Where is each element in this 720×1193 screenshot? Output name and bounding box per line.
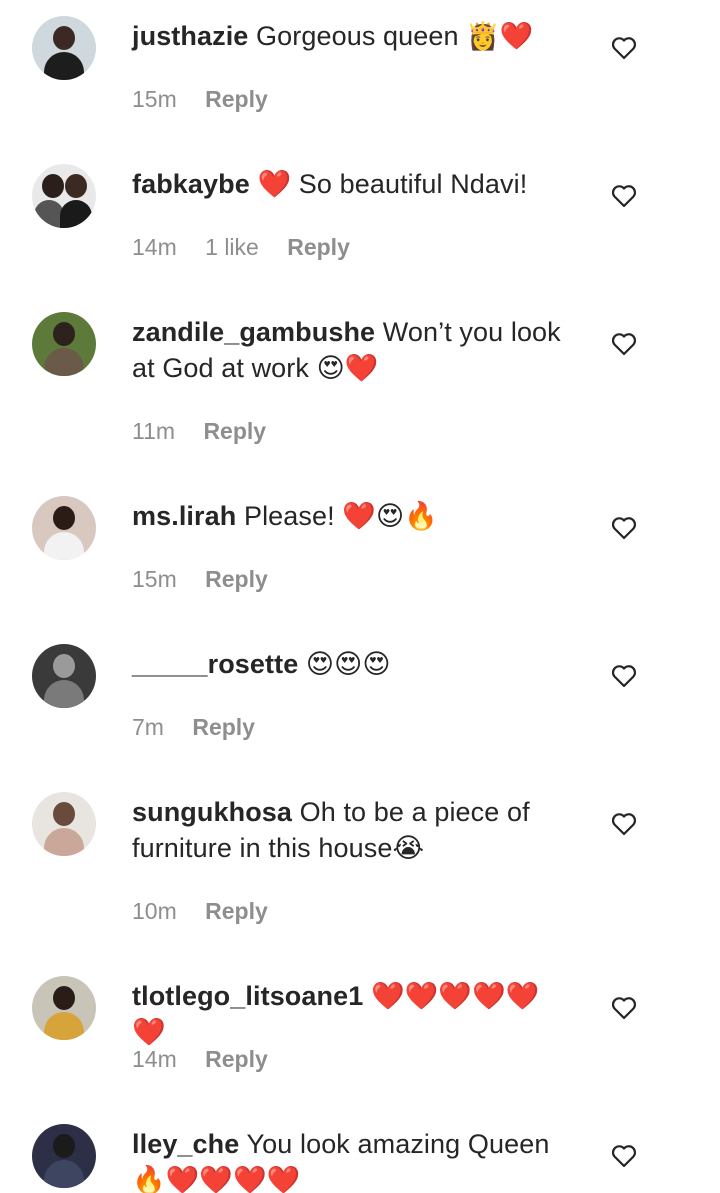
reply-button[interactable]: Reply	[203, 418, 266, 444]
comment-meta: 10m Reply	[132, 896, 290, 926]
comment-meta: 11m Reply	[132, 416, 288, 446]
comment-username[interactable]: zandile_gambushe	[132, 317, 375, 347]
comment-username[interactable]: lley_che	[132, 1129, 239, 1159]
like-heart-icon[interactable]	[610, 330, 638, 358]
comment-item: sungukhosa Oh to be a piece of furniture…	[0, 792, 720, 942]
avatar[interactable]	[32, 1124, 96, 1188]
reply-button[interactable]: Reply	[192, 714, 255, 740]
comment-text: justhazie Gorgeous queen 👸❤️	[132, 18, 572, 54]
comment-time: 11m	[132, 418, 176, 444]
comment-item: lley_che You look amazing Queen 🔥❤️❤️❤️❤…	[0, 1124, 720, 1193]
like-heart-icon[interactable]	[610, 1142, 638, 1170]
comment-username[interactable]: _____rosette	[132, 649, 298, 679]
comment-time: 7m	[132, 714, 164, 740]
like-heart-icon[interactable]	[610, 662, 638, 690]
avatar[interactable]	[32, 164, 96, 228]
reply-button[interactable]: Reply	[287, 234, 350, 260]
comment-text: zandile_gambushe Won’t you look at God a…	[132, 314, 572, 386]
avatar[interactable]	[32, 644, 96, 708]
comment-item: _____rosette 😍😍😍 7m Reply	[0, 644, 720, 764]
comment-item: tlotlego_litsoane1 ❤️❤️❤️❤️❤️❤️ 14m Repl…	[0, 976, 720, 1096]
comment-username[interactable]: fabkaybe	[132, 169, 250, 199]
reply-button[interactable]: Reply	[205, 1046, 268, 1072]
comment-item: ms.lirah Please! ❤️😍🔥 15m Reply	[0, 496, 720, 616]
comment-item: fabkaybe ❤️ So beautiful Ndavi! 14m 1 li…	[0, 164, 720, 284]
like-heart-icon[interactable]	[610, 514, 638, 542]
comment-time: 15m	[132, 86, 177, 112]
comment-text: tlotlego_litsoane1 ❤️❤️❤️❤️❤️❤️	[132, 978, 572, 1050]
comment-meta: 7m Reply	[132, 712, 277, 742]
like-heart-icon[interactable]	[610, 182, 638, 210]
like-heart-icon[interactable]	[610, 810, 638, 838]
reply-button[interactable]: Reply	[205, 898, 268, 924]
comment-text: sungukhosa Oh to be a piece of furniture…	[132, 794, 572, 866]
comment-username[interactable]: sungukhosa	[132, 797, 292, 827]
comment-likes[interactable]: 1 like	[205, 234, 259, 260]
comment-username[interactable]: tlotlego_litsoane1	[132, 981, 363, 1011]
comment-meta: 14m 1 like Reply	[132, 232, 372, 262]
comment-meta: 15m Reply	[132, 84, 290, 114]
comment-time: 10m	[132, 898, 177, 924]
comment-meta: 15m Reply	[132, 564, 290, 594]
comment-time: 14m	[132, 1046, 177, 1072]
avatar[interactable]	[32, 792, 96, 856]
comment-time: 14m	[132, 234, 177, 260]
comment-username[interactable]: justhazie	[132, 21, 248, 51]
avatar[interactable]	[32, 312, 96, 376]
comment-username[interactable]: ms.lirah	[132, 501, 236, 531]
avatar[interactable]	[32, 16, 96, 80]
comment-time: 15m	[132, 566, 177, 592]
comment-item: justhazie Gorgeous queen 👸❤️ 15m Reply	[0, 16, 720, 136]
avatar[interactable]	[32, 976, 96, 1040]
comment-meta: 14m Reply	[132, 1044, 290, 1074]
reply-button[interactable]: Reply	[205, 566, 268, 592]
comment-text: _____rosette 😍😍😍	[132, 646, 572, 682]
avatar[interactable]	[32, 496, 96, 560]
comment-body: ❤️ So beautiful Ndavi!	[257, 169, 528, 199]
reply-button[interactable]: Reply	[205, 86, 268, 112]
comment-text: fabkaybe ❤️ So beautiful Ndavi!	[132, 166, 572, 202]
comment-text: ms.lirah Please! ❤️😍🔥	[132, 498, 572, 534]
comment-body: 😍😍😍	[305, 649, 391, 679]
comment-item: zandile_gambushe Won’t you look at God a…	[0, 312, 720, 462]
like-heart-icon[interactable]	[610, 34, 638, 62]
like-heart-icon[interactable]	[610, 994, 638, 1022]
comment-body: Please! ❤️😍🔥	[243, 501, 439, 531]
comment-body: Gorgeous queen 👸❤️	[256, 21, 534, 51]
comment-text: lley_che You look amazing Queen 🔥❤️❤️❤️❤…	[132, 1126, 572, 1193]
